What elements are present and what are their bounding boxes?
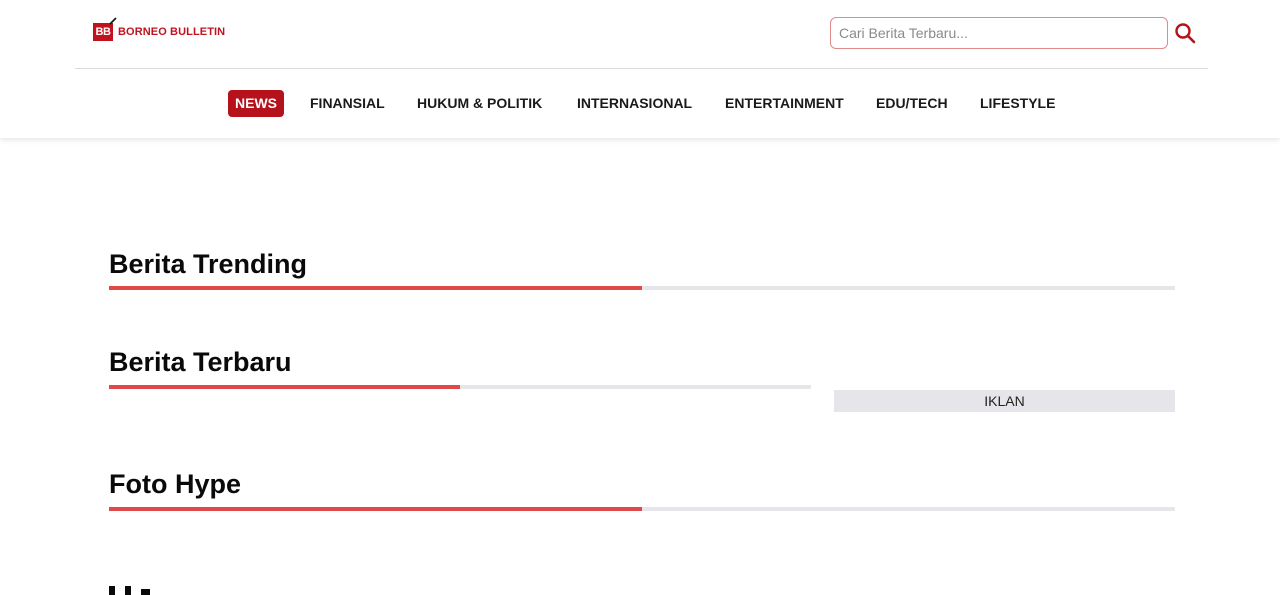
header-divider [75, 68, 1208, 69]
search-icon [1175, 23, 1196, 44]
clipped-glyph [125, 586, 131, 595]
nav-item-entertainment[interactable]: ENTERTAINMENT [725, 90, 844, 117]
clipped-glyph [141, 589, 150, 595]
main-nav: NEWS FINANSIAL HUKUM & POLITIK INTERNASI… [0, 90, 1280, 118]
site-logo[interactable]: BB BORNEO BULLETIN [93, 17, 226, 42]
logo-tick-icon [109, 17, 117, 25]
section-underline-terbaru [109, 385, 811, 389]
section-title-trending: Berita Trending [109, 249, 308, 279]
nav-item-lifestyle[interactable]: LIFESTYLE [980, 90, 1055, 117]
section-underline-fill [109, 507, 642, 511]
logo-text: BORNEO BULLETIN [118, 26, 226, 38]
nav-item-finansial[interactable]: FINANSIAL [310, 90, 385, 117]
site-header: BB BORNEO BULLETIN NEWS FINANSIAL HUKUM … [0, 0, 1280, 138]
section-underline-fill [109, 385, 460, 389]
nav-item-edu-tech[interactable]: EDU/TECH [876, 90, 948, 117]
ad-placeholder: IKLAN [834, 390, 1175, 412]
search-input[interactable] [830, 17, 1168, 49]
search-bar [830, 17, 1198, 49]
next-section-title-clipped [109, 586, 159, 595]
logo-mark: BB [93, 17, 117, 41]
nav-item-hukum-politik[interactable]: HUKUM & POLITIK [417, 90, 542, 117]
section-underline-foto-hype [109, 507, 1175, 511]
section-underline-trending [109, 286, 1175, 290]
nav-item-internasional[interactable]: INTERNASIONAL [577, 90, 692, 117]
ad-label: IKLAN [984, 393, 1025, 409]
logo-mark-text: BB [95, 26, 111, 38]
clipped-glyph [109, 586, 115, 595]
section-title-terbaru: Berita Terbaru [109, 347, 292, 377]
nav-item-news[interactable]: NEWS [228, 90, 284, 117]
section-title-foto-hype: Foto Hype [109, 469, 241, 499]
search-button[interactable] [1172, 20, 1198, 46]
section-underline-fill [109, 286, 642, 290]
